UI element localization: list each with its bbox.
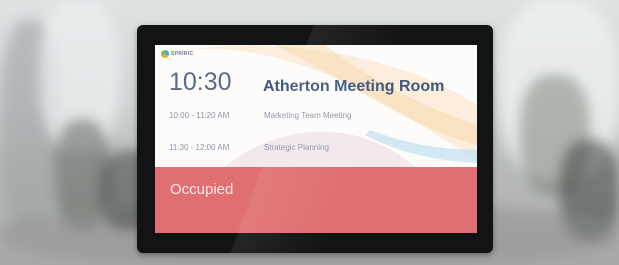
- occupancy-status: Occupied: [170, 181, 234, 198]
- meeting-title: Strategic Planning: [264, 143, 329, 152]
- occupancy-status-bar: Occupied: [155, 167, 477, 233]
- meeting-item[interactable]: 10:00 - 11:20 AM Marketing Team Meeting: [169, 111, 351, 120]
- current-time: 10:30: [169, 68, 232, 96]
- meeting-time: 11:30 - 12:00 AM: [169, 143, 230, 152]
- room-name: Atherton Meeting Room: [263, 78, 445, 95]
- meeting-time: 10:00 - 11:20 AM: [169, 111, 230, 120]
- meeting-item[interactable]: 11:30 - 12:00 AM Strategic Planning: [169, 143, 329, 152]
- room-display-screen: SPRIRIC 10:30 Atherton Meeting Room 10:0…: [155, 45, 477, 233]
- company-logo: SPRIRIC: [161, 50, 193, 58]
- pinwheel-logo-icon: [161, 50, 169, 58]
- meeting-title: Marketing Team Meeting: [264, 111, 352, 120]
- logo-text: SPRIRIC: [171, 51, 194, 57]
